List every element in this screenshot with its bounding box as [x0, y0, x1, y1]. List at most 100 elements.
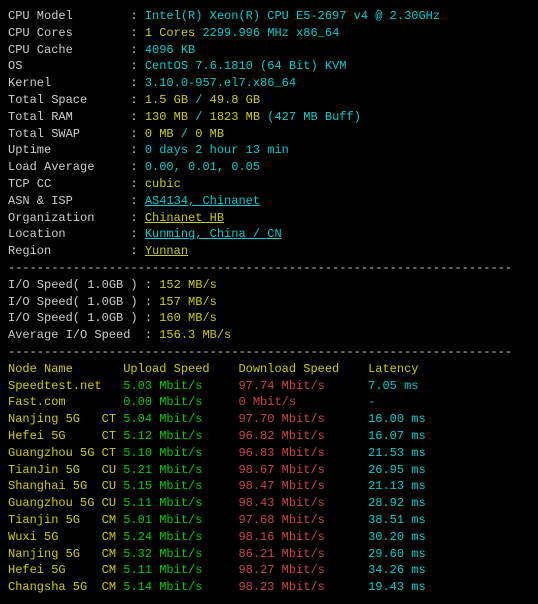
colon: :	[130, 177, 144, 191]
output-line: Speedtest.net 5.03 Mbit/s 97.74 Mbit/s 7…	[8, 378, 530, 395]
latency: 30.20 ms	[368, 530, 426, 544]
value-part: 130 MB	[145, 110, 188, 124]
latency: 16.00 ms	[368, 412, 426, 426]
label: OS	[8, 59, 130, 73]
value: 157 MB/s	[159, 295, 217, 309]
output-line: ----------------------------------------…	[8, 344, 530, 361]
colon: :	[130, 194, 144, 208]
node-name: TianJin 5G CU	[8, 463, 123, 477]
label: Total RAM	[8, 110, 130, 124]
output-line: Organization : Chinanet HB	[8, 210, 530, 227]
output-line: Fast.com 0.00 Mbit/s 0 Mbit/s -	[8, 394, 530, 411]
label: I/O Speed( 1.0GB )	[8, 278, 145, 292]
label: Total SWAP	[8, 127, 130, 141]
node-name: Fast.com	[8, 395, 123, 409]
label: TCP CC	[8, 177, 130, 191]
upload: 5.04 Mbit/s	[123, 412, 238, 426]
node-name: Tianjin 5G CM	[8, 513, 123, 527]
colon: :	[130, 160, 144, 174]
download: 98.27 Mbit/s	[238, 563, 368, 577]
label: I/O Speed( 1.0GB )	[8, 295, 145, 309]
value: 0.00, 0.01, 0.05	[145, 160, 260, 174]
upload: 5.03 Mbit/s	[123, 379, 238, 393]
colon: :	[130, 244, 144, 258]
value: 156.3 MB/s	[159, 328, 231, 342]
colon: :	[130, 127, 144, 141]
latency: 16.07 ms	[368, 429, 426, 443]
label: Location	[8, 227, 130, 241]
upload: 5.12 Mbit/s	[123, 429, 238, 443]
value-part: 0 MB	[145, 127, 174, 141]
latency: 38.51 ms	[368, 513, 426, 527]
latency: 28.92 ms	[368, 496, 426, 510]
download: 97.68 Mbit/s	[238, 513, 368, 527]
node-name: Nanjing 5G CM	[8, 547, 123, 561]
output-line: Total RAM : 130 MB / 1823 MB (427 MB Buf…	[8, 109, 530, 126]
col-header: Upload Speed	[123, 362, 238, 376]
node-name: Changsha 5G CM	[8, 580, 123, 594]
latency: 21.53 ms	[368, 446, 426, 460]
latency: 26.95 ms	[368, 463, 426, 477]
label: Kernel	[8, 76, 130, 90]
output-line: OS : CentOS 7.6.1810 (64 Bit) KVM	[8, 58, 530, 75]
colon: :	[130, 59, 144, 73]
output-line: Node Name Upload Speed Download Speed La…	[8, 361, 530, 378]
value: Intel(R) Xeon(R) CPU E5-2697 v4 @ 2.30GH…	[145, 9, 440, 23]
label: Total Space	[8, 93, 130, 107]
download: 98.16 Mbit/s	[238, 530, 368, 544]
node-name: Guangzhou 5G CU	[8, 496, 123, 510]
col-header: Latency	[368, 362, 418, 376]
output-line: Total Space : 1.5 GB / 49.8 GB	[8, 92, 530, 109]
output-line: Location : Kunming, China / CN	[8, 226, 530, 243]
value: Chinanet HB	[145, 211, 224, 225]
download: 86.21 Mbit/s	[238, 547, 368, 561]
latency: 29.60 ms	[368, 547, 426, 561]
colon: :	[130, 143, 144, 157]
value-part: CentOS 7.6.1810 (64 Bit)	[145, 59, 325, 73]
value: 152 MB/s	[159, 278, 217, 292]
separator: ----------------------------------------…	[8, 345, 512, 359]
output-line: Shanghai 5G CU 5.15 Mbit/s 98.47 Mbit/s …	[8, 478, 530, 495]
label: Organization	[8, 211, 130, 225]
col-header: Node Name	[8, 362, 123, 376]
download: 96.82 Mbit/s	[238, 429, 368, 443]
value-part: /	[188, 110, 210, 124]
output-line: Guangzhou 5G CU 5.11 Mbit/s 98.43 Mbit/s…	[8, 495, 530, 512]
upload: 5.24 Mbit/s	[123, 530, 238, 544]
colon: :	[130, 227, 144, 241]
value-part: 0 MB	[195, 127, 224, 141]
latency: 19.43 ms	[368, 580, 426, 594]
output-line: TCP CC : cubic	[8, 176, 530, 193]
output-line: ----------------------------------------…	[8, 260, 530, 277]
value-part: 49.8 GB	[210, 93, 260, 107]
latency: 34.26 ms	[368, 563, 426, 577]
download: 98.67 Mbit/s	[238, 463, 368, 477]
node-name: Nanjing 5G CT	[8, 412, 123, 426]
value-part: 1823 MB	[210, 110, 260, 124]
label: Region	[8, 244, 130, 258]
output-line: Uptime : 0 days 2 hour 13 min	[8, 142, 530, 159]
colon: :	[130, 211, 144, 225]
download: 96.83 Mbit/s	[238, 446, 368, 460]
value: cubic	[145, 177, 181, 191]
output-line: Wuxi 5G CM 5.24 Mbit/s 98.16 Mbit/s 30.2…	[8, 529, 530, 546]
value-part: KVM	[325, 59, 347, 73]
value-part: (427 MB Buff)	[260, 110, 361, 124]
colon: :	[130, 43, 144, 57]
value: Kunming, China / CN	[145, 227, 282, 241]
value-part: /	[174, 127, 196, 141]
node-name: Shanghai 5G CU	[8, 479, 123, 493]
label: ASN & ISP	[8, 194, 130, 208]
label: Load Average	[8, 160, 130, 174]
value: 0 days 2 hour 13 min	[145, 143, 289, 157]
output-line: CPU Model : Intel(R) Xeon(R) CPU E5-2697…	[8, 8, 530, 25]
output-line: ASN & ISP : AS4134, Chinanet	[8, 193, 530, 210]
upload: 5.01 Mbit/s	[123, 513, 238, 527]
colon: :	[145, 328, 159, 342]
output-line: Average I/O Speed : 156.3 MB/s	[8, 327, 530, 344]
colon: :	[130, 76, 144, 90]
terminal-output: CPU Model : Intel(R) Xeon(R) CPU E5-2697…	[8, 8, 530, 596]
output-line: I/O Speed( 1.0GB ) : 152 MB/s	[8, 277, 530, 294]
upload: 5.11 Mbit/s	[123, 496, 238, 510]
label: CPU Model	[8, 9, 130, 23]
